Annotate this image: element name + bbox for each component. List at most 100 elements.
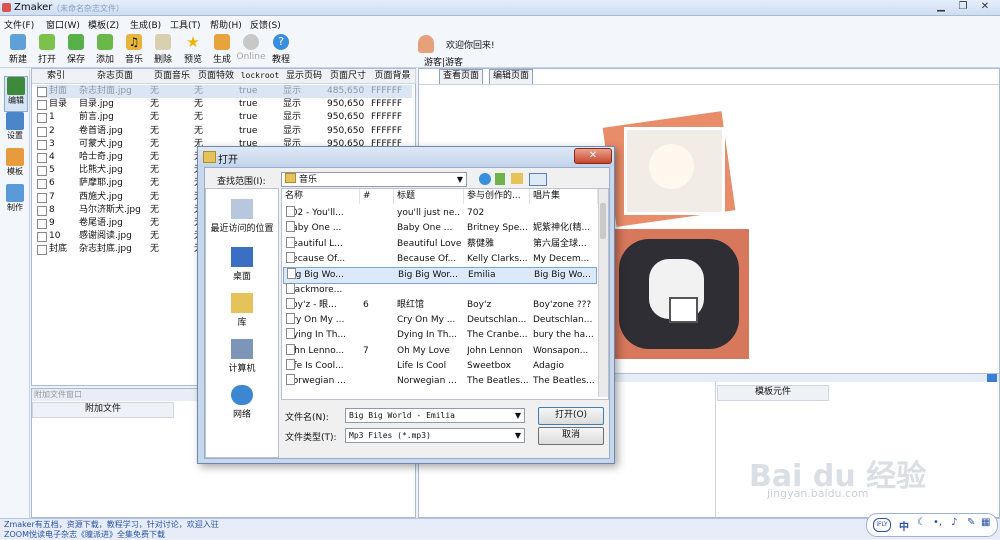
row-checkbox[interactable] [37, 205, 47, 216]
moon-icon[interactable]: ☾ [917, 517, 926, 528]
col-header-page[interactable]: 杂志页面 [80, 69, 151, 84]
place-network[interactable]: 网络 [206, 385, 278, 420]
menu-tools[interactable]: 工具(T) [170, 18, 201, 31]
status-line-2[interactable]: ZOOM悦读电子杂志《瞳派进》全集免费下载 [4, 529, 165, 540]
filetype-select[interactable]: Mp3 Files (*.mp3) ▼ [345, 428, 525, 443]
row-checkbox[interactable] [37, 139, 47, 150]
cell-size: 950,650 [327, 125, 365, 136]
file-col-name[interactable]: 名称 [282, 189, 360, 204]
attach-header[interactable]: 附加文件 [32, 402, 174, 418]
file-cell-name: Beautiful L... [286, 236, 360, 252]
page-list-row[interactable]: 1 前言.jpg 无 无 true 显示 950,650 FFFFFF [37, 111, 412, 124]
file-row[interactable]: Cry On My ... Cry On My ... Deutschlan... D… [283, 313, 595, 328]
new-folder-icon[interactable] [511, 173, 523, 184]
file-row[interactable]: 702 - You'll... you'll just ne... 702 [283, 206, 595, 221]
file-row[interactable]: Beautiful L... Beautiful Love 蔡健雅 第六届全球... [283, 236, 595, 252]
file-cell-album: Boy'zone ??? [533, 299, 592, 310]
file-row[interactable]: Boy'z - 眼... 6 眼红馆 Boy'z Boy'zone ??? [283, 297, 595, 313]
file-row[interactable]: Because Of... Because Of... Kelly Clarks..… [283, 251, 595, 267]
menu-template[interactable]: 模板(Z) [88, 18, 119, 31]
file-list-scrollbar[interactable] [598, 189, 608, 397]
delete-button[interactable]: 删除 [150, 34, 176, 65]
dialog-close-button[interactable]: ✕ [574, 148, 612, 164]
dialog-title: 打开 [218, 155, 238, 166]
col-header-lockroot[interactable]: lockroot [238, 69, 283, 84]
menu-file[interactable]: 文件(F) [4, 18, 34, 31]
file-cell-artist: Deutschlan... [467, 315, 527, 326]
row-checkbox[interactable] [37, 179, 47, 190]
place-desktop[interactable]: 桌面 [206, 247, 278, 282]
row-checkbox[interactable] [37, 87, 47, 97]
place-libraries[interactable]: 库 [206, 293, 278, 328]
panel-collapse-icon[interactable] [987, 374, 997, 382]
skin-icon[interactable]: ✎ [967, 517, 975, 528]
row-checkbox[interactable] [37, 232, 47, 243]
cell-bg: FFFFFF [371, 86, 403, 96]
scroll-thumb[interactable] [600, 203, 606, 239]
file-cell-title: Baby One ... [397, 223, 453, 234]
cell-page: 萨摩耶.jpg [79, 178, 123, 189]
file-col-artist[interactable]: 参与创作的... [464, 189, 530, 204]
template-parts-header[interactable]: 模板元件 [717, 385, 829, 401]
online-button[interactable]: Online [236, 34, 266, 62]
menu-build[interactable]: 生成(B) [130, 18, 161, 31]
ime-toolbar[interactable]: iFLY 中 ☾ •, ♪ ✎ ▦ [866, 513, 998, 537]
file-row[interactable]: Norwegian ... Norwegian ... The Beatles...… [283, 374, 595, 389]
row-checkbox[interactable] [37, 153, 47, 163]
menu-feedback[interactable]: 反馈(S) [250, 18, 281, 31]
row-checkbox[interactable] [37, 166, 47, 177]
col-header-size[interactable]: 页面尺寸 [326, 69, 371, 84]
col-header-pagenum[interactable]: 显示页码 [282, 69, 327, 84]
row-checkbox[interactable] [37, 219, 47, 229]
lookin-select[interactable]: 音乐 ▼ [281, 172, 467, 187]
col-header-effect[interactable]: 页面特效 [194, 69, 239, 84]
page-list-row[interactable]: 2 卷首语.jpg 无 无 true 显示 950,650 FFFFFF [37, 125, 412, 138]
col-header-bg[interactable]: 页面背景 [370, 69, 416, 84]
settings-grid-icon[interactable]: ▦ [981, 517, 990, 528]
col-header-index[interactable]: 索引 [32, 69, 81, 84]
file-row[interactable]: Dying In Th... Dying In Th... The Cranbe..… [283, 328, 595, 343]
user-name[interactable]: 游客|游客 [424, 55, 463, 68]
file-row[interactable]: Baby One ... Baby One ... Britney Spe... 妮紫… [283, 221, 595, 236]
row-checkbox[interactable] [37, 113, 47, 124]
tutorial-button[interactable]: ? 教程 [268, 34, 294, 65]
row-checkbox[interactable] [37, 192, 47, 203]
file-col-album[interactable]: 唱片集 [530, 189, 598, 204]
back-icon[interactable] [479, 173, 491, 185]
row-checkbox[interactable] [37, 126, 47, 137]
places-bar: 最近访问的位置 桌面 库 计算机 网络 [205, 188, 279, 458]
ime-mode[interactable]: 中 [899, 518, 909, 533]
page-list-row[interactable]: 目录 目录.jpg 无 无 true 显示 950,650 FFFFFF [37, 98, 412, 111]
filename-input[interactable]: Big Big World - Emilia ▼ [345, 408, 525, 423]
row-checkbox[interactable] [37, 245, 47, 256]
edit-page-tab[interactable]: 编辑页面 [489, 69, 534, 85]
status-bar: Zmaker有五档，资源下载，教程学习，针对讨论，欢迎入驻 ZOOM悦读电子杂志… [0, 513, 1000, 540]
file-col-title[interactable]: 标题 [394, 189, 464, 204]
place-recent[interactable]: 最近访问的位置 [206, 199, 278, 234]
page-list-row[interactable]: 封面 杂志封面.jpg 无 无 true 显示 485,650 FFFFFF [37, 85, 412, 98]
up-folder-icon[interactable] [495, 173, 505, 185]
side-tab-make[interactable]: 制作 [4, 184, 26, 218]
mic-icon[interactable]: ♪ [951, 517, 957, 528]
punctuation-icon[interactable]: •, [933, 517, 942, 528]
side-tab-template[interactable]: 模板 [4, 148, 26, 182]
file-row[interactable]: Life Is Cool... Life Is Cool Sweetbox Adagi… [283, 359, 595, 374]
file-row[interactable]: Blackmore... [283, 282, 595, 298]
view-page-tab[interactable]: 查看页面 [439, 69, 484, 85]
open-button[interactable]: 打开(O) [538, 407, 604, 425]
maximize-button[interactable]: ❐ [952, 0, 974, 14]
col-header-music[interactable]: 页面音乐 [150, 69, 195, 84]
place-computer[interactable]: 计算机 [206, 339, 278, 374]
menu-window[interactable]: 窗口(W) [46, 18, 80, 31]
file-col-number[interactable]: # [360, 189, 394, 204]
view-menu-icon[interactable] [529, 173, 547, 186]
file-row[interactable]: John Lenno... 7 Oh My Love John Lennon Wonsa… [283, 343, 595, 359]
cancel-button[interactable]: 取消 [538, 427, 604, 445]
row-checkbox[interactable] [37, 100, 47, 111]
side-tab-edit[interactable]: 编辑 [4, 76, 28, 112]
menu-help[interactable]: 帮助(H) [210, 18, 242, 31]
side-tab-settings[interactable]: 设置 [4, 112, 26, 146]
close-button[interactable]: ✕ [974, 0, 996, 14]
file-cell-title: Dying In Th... [397, 330, 458, 341]
minimize-button[interactable]: ▁ [930, 0, 952, 14]
